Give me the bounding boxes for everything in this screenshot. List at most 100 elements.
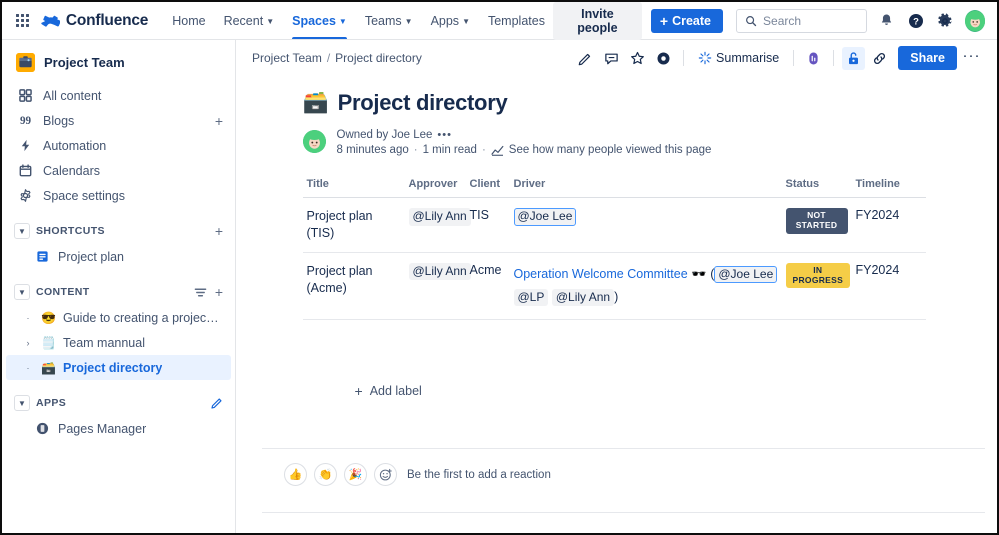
apps-section-header[interactable]: ▼ APPS <box>2 390 235 416</box>
avatar[interactable] <box>303 130 326 153</box>
unlock-icon[interactable] <box>842 47 865 70</box>
nav-teams[interactable]: Teams ▼ <box>357 2 421 39</box>
mention-chip[interactable]: @Joe Lee <box>714 266 777 284</box>
chevron-right-icon[interactable]: › <box>22 338 34 348</box>
sidebar-calendars-label: Calendars <box>43 164 223 178</box>
add-reaction-icon[interactable] <box>374 463 397 486</box>
chevron-down-icon[interactable]: ▼ <box>14 284 30 300</box>
toolbar-divider <box>683 50 684 66</box>
page-body: Project Team All content 99 Blogs + <box>2 40 997 533</box>
breadcrumb-page[interactable]: Project directory <box>335 51 422 65</box>
star-icon[interactable] <box>626 47 649 70</box>
mention-chip[interactable]: @Lily Ann <box>409 263 471 281</box>
sidebar-item-space-settings[interactable]: Space settings <box>2 183 235 208</box>
nav-recent[interactable]: Recent ▼ <box>216 2 283 39</box>
comment-composer[interactable]: Write a comment... <box>262 512 985 533</box>
sidebar-shortcut-project-plan[interactable]: Project plan <box>6 244 231 269</box>
settings-gear-icon[interactable] <box>935 10 955 32</box>
space-header[interactable]: Project Team <box>2 48 235 77</box>
nav-spaces[interactable]: Spaces ▼ <box>284 2 355 39</box>
summarise-button[interactable]: Summarise <box>692 48 785 68</box>
column-header-status: Status <box>782 178 852 198</box>
add-blog-icon[interactable]: + <box>215 114 223 128</box>
nav-templates[interactable]: Templates <box>480 2 553 39</box>
page-toolbar: Project Team / Project directory <box>236 40 997 76</box>
mention-chip[interactable]: @Joe Lee <box>514 208 577 226</box>
reaction-party-popper[interactable]: 🎉 <box>344 463 367 486</box>
space-avatar-icon <box>16 53 35 72</box>
sidebar-item-all-content[interactable]: All content <box>2 83 235 108</box>
create-button[interactable]: + Create <box>651 9 723 33</box>
chevron-down-icon: ▼ <box>462 17 470 26</box>
cell-title[interactable]: Project plan (TIS) <box>303 198 405 253</box>
mention-chip[interactable]: @LP <box>514 289 549 307</box>
content-title: CONTENT <box>36 286 188 298</box>
search-input[interactable]: Search <box>736 9 867 33</box>
search-placeholder: Search <box>763 14 801 28</box>
driver-link-text[interactable]: Operation Welcome Committee <box>514 267 688 281</box>
byline-owner-row: Owned by Joe Lee ••• <box>337 129 712 141</box>
edit-pencil-icon[interactable] <box>574 47 597 70</box>
cell-title[interactable]: Project plan (Acme) <box>303 252 405 319</box>
mention-chip[interactable]: @Lily Ann <box>409 208 471 226</box>
sidebar-team-mannual-label: Team mannual <box>63 336 145 350</box>
pages-manager-icon <box>36 422 51 435</box>
invite-people-button[interactable]: Invite people <box>553 2 642 40</box>
table-head: Title Approver Client Driver Status Time… <box>303 178 926 198</box>
nav-home[interactable]: Home <box>164 2 213 39</box>
column-header-driver: Driver <box>510 178 782 198</box>
sidebar-item-team-mannual[interactable]: › 🗒️ Team mannual <box>6 330 231 355</box>
reaction-thumbsup[interactable]: 👍 <box>284 463 307 486</box>
watch-eye-icon[interactable] <box>652 47 675 70</box>
mention-chip[interactable]: @Lily Ann <box>552 289 614 307</box>
nav-recent-label: Recent <box>224 14 264 28</box>
help-icon[interactable]: ? <box>906 10 926 32</box>
column-header-approver: Approver <box>405 178 466 198</box>
add-label-button[interactable]: + Add label <box>355 384 957 398</box>
toolbar-divider <box>793 50 794 66</box>
comment-icon[interactable] <box>600 47 623 70</box>
sidebar-item-calendars[interactable]: Calendars <box>2 158 235 183</box>
notifications-bell-icon[interactable] <box>876 10 896 32</box>
shortcuts-section-header[interactable]: ▼ SHORTCUTS + <box>2 218 235 244</box>
user-avatar[interactable] <box>965 10 985 32</box>
sidebar-app-pages-manager[interactable]: Pages Manager <box>6 416 231 441</box>
app-switcher-icon[interactable] <box>10 8 35 34</box>
chevron-down-icon[interactable]: ▼ <box>14 395 30 411</box>
add-content-icon[interactable]: + <box>215 285 223 299</box>
edit-pencil-icon[interactable] <box>211 397 223 409</box>
project-directory-table: Title Approver Client Driver Status Time… <box>303 178 926 320</box>
space-name: Project Team <box>44 55 125 70</box>
content-actions: + <box>194 285 223 299</box>
reaction-prompt[interactable]: Be the first to add a reaction <box>407 469 551 481</box>
sidebar-guide-label: Guide to creating a project plan <box>63 311 219 325</box>
status-badge[interactable]: IN PROGRESS <box>786 263 851 289</box>
status-badge[interactable]: NOT STARTED <box>786 208 848 234</box>
sidebar-item-project-directory[interactable]: · 🗃️ Project directory <box>6 355 231 380</box>
read-time: 1 min read <box>423 144 477 156</box>
nav-apps[interactable]: Apps ▼ <box>423 2 478 39</box>
share-button[interactable]: Share <box>898 46 957 70</box>
sidebar-item-guide-to-creating-a-project-plan[interactable]: · 😎 Guide to creating a project plan <box>6 305 231 330</box>
reaction-clap[interactable]: 👏 <box>314 463 337 486</box>
byline-more-icon[interactable]: ••• <box>437 129 452 141</box>
filter-icon[interactable] <box>194 286 207 299</box>
breadcrumb-space[interactable]: Project Team <box>252 51 322 65</box>
sidebar-item-automation[interactable]: Automation <box>2 133 235 158</box>
analytics-chart-icon <box>491 145 504 156</box>
column-header-timeline: Timeline <box>852 178 926 198</box>
confluence-home-link[interactable]: Confluence <box>41 12 148 30</box>
card-index-box-emoji-icon[interactable]: 🗃️ <box>303 91 329 115</box>
content-section-header[interactable]: ▼ CONTENT + <box>2 279 235 305</box>
more-actions-icon[interactable]: ··· <box>960 47 983 70</box>
svg-text:?: ? <box>913 16 919 27</box>
analytics-icon[interactable] <box>802 47 825 70</box>
sidebar-item-blogs[interactable]: 99 Blogs + <box>2 108 235 133</box>
confluence-window: Confluence Home Recent ▼ Spaces ▼ Teams … <box>0 0 999 535</box>
view-count-link[interactable]: See how many people viewed this page <box>509 144 712 156</box>
copy-link-icon[interactable] <box>868 47 891 70</box>
chevron-down-icon[interactable]: ▼ <box>14 223 30 239</box>
add-shortcut-icon[interactable]: + <box>215 224 223 238</box>
table-body: Project plan (TIS) @Lily Ann TIS @Joe Le… <box>303 198 926 320</box>
space-nav-list: All content 99 Blogs + Automation <box>2 83 235 208</box>
